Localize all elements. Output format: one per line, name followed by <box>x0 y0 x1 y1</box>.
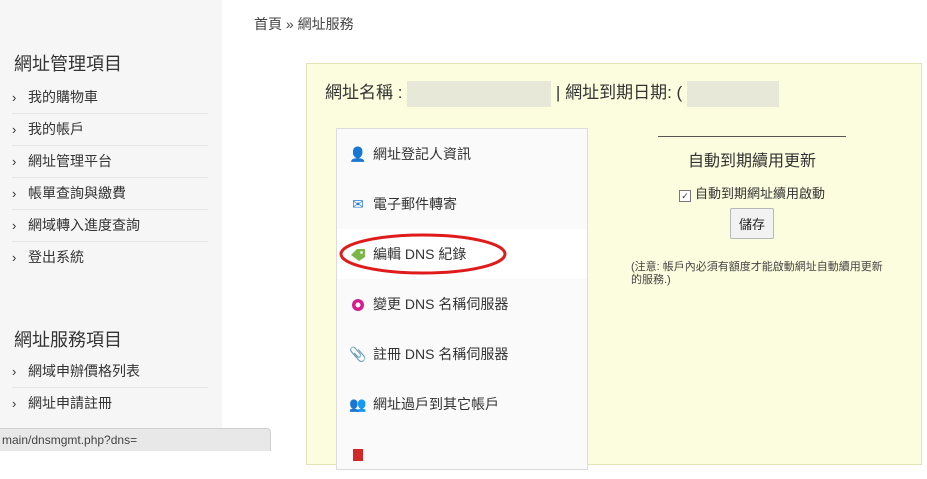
menu-item-email-forwarding[interactable]: ✉ 電子郵件轉寄 <box>337 179 587 229</box>
sidebar-item-label: 網址申請註冊 <box>28 395 112 411</box>
domain-name-value <box>407 80 552 107</box>
breadcrumb-home[interactable]: 首頁 <box>254 16 282 32</box>
sidebar-item-transfer-status[interactable]: › 網域轉入進度查詢 <box>12 210 208 242</box>
menu-item-label: 網址登記人資訊 <box>373 146 471 162</box>
sidebar-item-account[interactable]: › 我的帳戶 <box>12 114 208 146</box>
sidebar-item-label: 登出系統 <box>28 249 84 265</box>
sidebar-item-register-domain[interactable]: › 網址申請註冊 <box>12 388 208 419</box>
chevron-right-icon: › <box>12 218 17 233</box>
expiry-date-label: 網址到期日期: ( <box>565 83 683 102</box>
sidebar-item-billing[interactable]: › 帳單查詢與繳費 <box>12 178 208 210</box>
domain-info-separator: | <box>555 83 561 102</box>
chevron-right-icon: › <box>12 250 17 265</box>
chevron-right-icon: › <box>12 186 17 201</box>
chevron-right-icon: › <box>12 364 17 379</box>
chevron-right-icon: › <box>12 122 17 137</box>
paperclip-icon: 📎 <box>349 346 367 362</box>
status-url-bar: main/dnsmgmt.php?dns= <box>0 428 271 451</box>
sidebar-item-domain-platform[interactable]: › 網址管理平台 <box>12 146 208 178</box>
sidebar-manage-list: › 我的購物車 › 我的帳戶 › 網址管理平台 › 帳單查詢與繳費 › 網域轉入進度查詢 … <box>12 82 208 273</box>
envelope-icon: ✉ <box>352 196 364 212</box>
user-icon: 👤 <box>349 146 367 162</box>
chevron-right-icon: › <box>12 90 17 105</box>
menu-item-label: 電子郵件轉寄 <box>373 196 457 212</box>
sidebar-service-list: › 網域申辦價格列表 › 網址申請註冊 <box>12 356 208 419</box>
menu-item-transfer-account[interactable]: 👥 網址過戶到其它帳戶 <box>337 379 587 429</box>
auto-renew-checkbox-label[interactable]: 自動到期網址續用啟動 <box>695 186 825 201</box>
menu-item-change-nameserver[interactable]: 變更 DNS 名稱伺服器 <box>337 279 587 329</box>
sidebar-item-cart[interactable]: › 我的購物車 <box>12 82 208 114</box>
sidebar-item-label: 網址管理平台 <box>28 153 112 169</box>
auto-renew-note: (注意: 帳戶內必須有額度才能啟動網址自動續用更新的服務.) <box>631 261 883 286</box>
chevron-right-icon: › <box>12 396 17 411</box>
domain-panel: 網址名稱 : | 網址到期日期: ( 👤 網址登記人資訊 ✉ 電子郵件轉寄 編輯… <box>306 63 922 470</box>
auto-renew-box: 自動到期續用更新 ✓ 自動到期網址續用啟動 儲存 (注意: 帳戶內必須有額度才能啟… <box>619 136 885 287</box>
menu-item-label: 網址過戶到其它帳戶 <box>373 396 499 412</box>
sidebar-item-label: 我的購物車 <box>28 89 98 105</box>
breadcrumb-current: 網址服務 <box>297 16 354 32</box>
document-icon <box>349 429 367 479</box>
menu-item-label: 變更 DNS 名稱伺服器 <box>373 296 509 312</box>
divider <box>658 136 846 137</box>
menu-item-registrant-info[interactable]: 👤 網址登記人資訊 <box>337 129 587 179</box>
menu-item-partial[interactable] <box>337 429 587 479</box>
sidebar-item-label: 我的帳戶 <box>28 121 84 137</box>
menu-item-label: 註冊 DNS 名稱伺服器 <box>373 346 509 362</box>
domain-actions-menu: 👤 網址登記人資訊 ✉ 電子郵件轉寄 編輯 DNS 紀錄 變更 DNS 名稱伺服… <box>336 128 588 470</box>
users-icon: 👥 <box>349 396 367 412</box>
sidebar-item-label: 網域轉入進度查詢 <box>28 217 140 233</box>
auto-renew-checkbox-row: ✓ 自動到期網址續用啟動 <box>619 183 885 202</box>
sidebar-item-logout[interactable]: › 登出系統 <box>12 242 208 273</box>
breadcrumb-separator: » <box>285 16 294 32</box>
sidebar-service-title: 網址服務項目 <box>14 330 122 350</box>
sidebar-item-label: 帳單查詢與繳費 <box>28 185 126 201</box>
breadcrumb: 首頁 » 網址服務 <box>254 14 354 34</box>
highlight-circle <box>339 233 507 275</box>
sidebar: 網址管理項目 › 我的購物車 › 我的帳戶 › 網址管理平台 › 帳單查詢與繳費 › 網域… <box>0 0 222 451</box>
chevron-right-icon: › <box>12 154 17 169</box>
auto-renew-title: 自動到期續用更新 <box>687 153 816 170</box>
menu-item-edit-dns-records[interactable]: 編輯 DNS 紀錄 <box>337 229 587 279</box>
sidebar-item-price-list[interactable]: › 網域申辦價格列表 <box>12 356 208 388</box>
domain-name-label: 網址名稱 : <box>325 83 403 102</box>
shield-icon <box>349 279 367 329</box>
domain-info-line: 網址名稱 : | 網址到期日期: ( <box>325 78 779 107</box>
sidebar-item-label: 網域申辦價格列表 <box>28 363 140 379</box>
menu-item-register-nameserver[interactable]: 📎 註冊 DNS 名稱伺服器 <box>337 329 587 379</box>
save-button[interactable]: 儲存 <box>729 208 774 239</box>
auto-renew-checkbox[interactable]: ✓ <box>678 190 691 202</box>
expiry-date-value <box>686 80 779 107</box>
sidebar-manage-title: 網址管理項目 <box>14 54 122 74</box>
